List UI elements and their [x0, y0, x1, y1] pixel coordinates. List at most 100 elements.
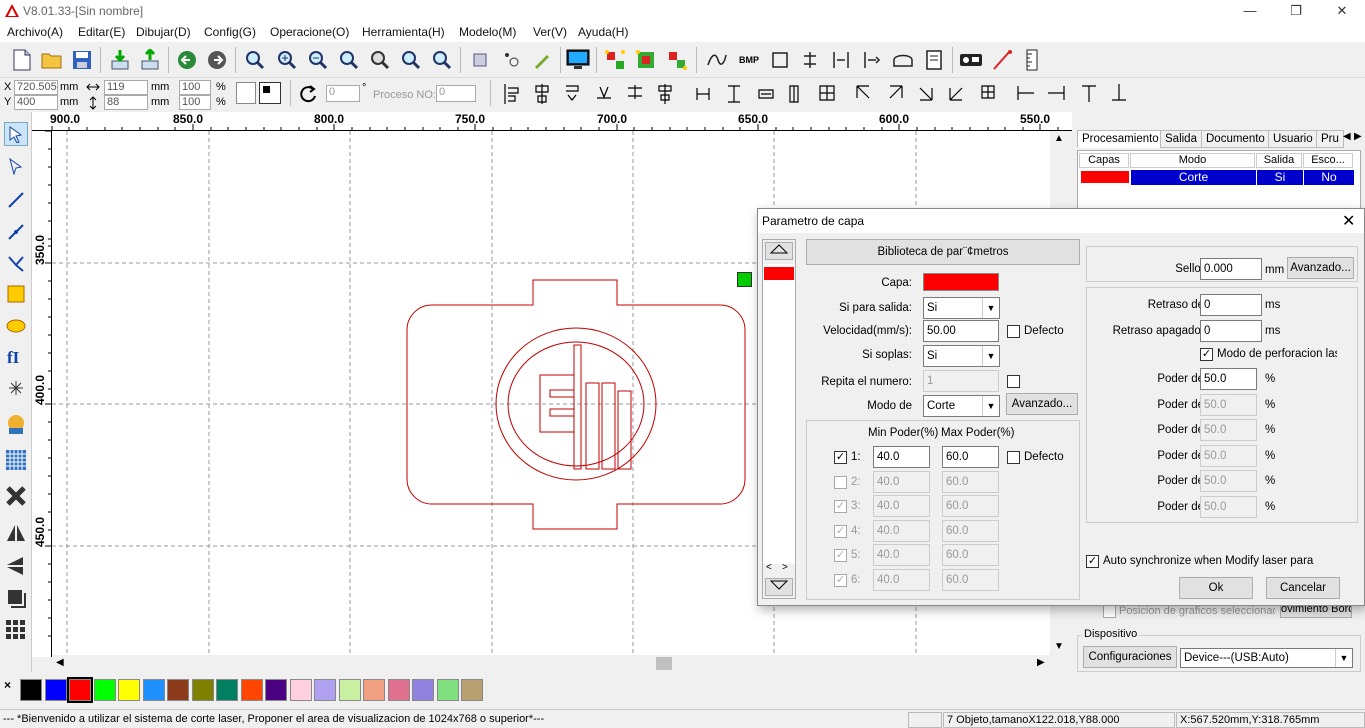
color-swatch[interactable] — [387, 679, 410, 701]
menu-herramienta[interactable]: Herramienta(H) — [362, 25, 445, 39]
menu-editar[interactable]: Editar(E) — [78, 25, 125, 39]
max-power-input[interactable]: 60.0 — [942, 495, 999, 517]
align-icon[interactable] — [798, 48, 822, 72]
capa-color-swatch[interactable] — [923, 273, 999, 291]
pen-icon[interactable] — [530, 48, 554, 72]
speed-default-checkbox[interactable] — [1007, 325, 1020, 338]
min-power-input[interactable]: 40.0 — [873, 544, 930, 566]
point-tool-icon[interactable] — [4, 376, 28, 400]
curve-icon[interactable] — [705, 48, 729, 72]
max-power-input[interactable]: 60.0 — [942, 544, 999, 566]
zoom-out-icon[interactable] — [306, 48, 330, 72]
tab-scroll-left-icon[interactable]: ◀ — [1343, 131, 1351, 142]
seal-advanced-button[interactable]: Avanzado... — [1287, 257, 1354, 279]
layer-list-right-icon[interactable]: > — [782, 562, 788, 573]
tab-salida[interactable]: Salida — [1160, 130, 1202, 148]
menu-ayuda[interactable]: Ayuda(H) — [578, 25, 628, 39]
color-swatch[interactable] — [67, 677, 93, 703]
color-swatch[interactable] — [412, 679, 434, 701]
auto-sync-checkbox[interactable]: ✓ — [1086, 555, 1099, 568]
poder-input[interactable]: 50.0 — [1200, 419, 1257, 441]
scroll-right-arrow-icon[interactable]: ▶ — [1037, 657, 1045, 668]
menu-dibujar[interactable]: Dibujar(D) — [136, 25, 191, 39]
document-icon[interactable] — [922, 48, 946, 72]
array-icon-3[interactable] — [665, 48, 689, 72]
power-row-checkbox[interactable]: ✓ — [834, 500, 847, 513]
layer-up-button[interactable] — [765, 242, 793, 260]
device-icon[interactable] — [959, 48, 983, 72]
power-row-checkbox[interactable]: ✓ — [834, 549, 847, 562]
polyline-icon[interactable] — [4, 220, 28, 244]
menu-modelo[interactable]: Modelo(M) — [459, 25, 516, 39]
laser-icon[interactable] — [891, 48, 915, 72]
zoom-page-icon[interactable] — [337, 48, 361, 72]
poder-input[interactable]: 50.0 — [1200, 368, 1257, 390]
minimize-button[interactable]: — — [1227, 0, 1273, 22]
menu-config[interactable]: Config(G) — [204, 25, 256, 39]
array-icon-1[interactable] — [603, 48, 627, 72]
min-power-input[interactable]: 40.0 — [873, 495, 930, 517]
power-row-checkbox[interactable] — [834, 475, 847, 489]
bmp-icon[interactable]: BMP — [737, 48, 761, 72]
curve-tool-icon[interactable] — [4, 252, 28, 276]
min-power-input[interactable]: 40.0 — [873, 568, 930, 591]
palette-close-icon[interactable]: × — [4, 678, 11, 692]
grid-tool-icon[interactable] — [4, 448, 28, 472]
text-tool-icon[interactable]: fI — [4, 344, 28, 368]
color-swatch[interactable] — [436, 679, 459, 701]
monitor-icon[interactable] — [566, 48, 590, 72]
poder-input[interactable]: 50.0 — [1200, 495, 1257, 518]
redo-icon[interactable] — [205, 48, 229, 72]
array-icon-2[interactable] — [634, 48, 658, 72]
zoom-window-icon[interactable] — [243, 48, 267, 72]
scroll-down-arrow-icon[interactable]: ▼ — [1054, 641, 1064, 652]
max-power-input[interactable]: 60.0 — [942, 446, 999, 468]
line-icon[interactable] — [4, 188, 28, 212]
device-select[interactable]: Device---(USB:Auto) ▼ — [1180, 648, 1353, 668]
scroll-left-arrow-icon[interactable]: ◀ — [56, 657, 64, 668]
max-power-input[interactable]: 60.0 — [942, 470, 999, 493]
export-icon[interactable] — [138, 48, 162, 72]
perforation-checkbox[interactable]: ✓ — [1200, 348, 1213, 361]
ellipse-tool-icon[interactable] — [4, 314, 28, 338]
tab-usuario[interactable]: Usuario — [1268, 130, 1318, 148]
save-icon[interactable] — [70, 48, 94, 72]
tab-pru[interactable]: Pru — [1316, 130, 1344, 148]
layer-list-left-icon[interactable]: < — [766, 562, 772, 573]
power-row-checkbox[interactable]: ✓ — [834, 573, 847, 587]
power-default-checkbox[interactable] — [1007, 451, 1020, 464]
power-row-checkbox[interactable]: ✓ — [834, 451, 847, 464]
delay-off-input[interactable]: 0 — [1200, 320, 1262, 342]
mode-advanced-button[interactable]: Avanzado... — [1006, 393, 1078, 415]
delay-on-input[interactable]: 0 — [1200, 294, 1262, 316]
color-swatch[interactable] — [216, 679, 238, 701]
rectangle-icon[interactable] — [768, 48, 792, 72]
menu-archivo[interactable]: Archivo(A) — [7, 25, 63, 39]
scroll-up-arrow-icon[interactable]: ▲ — [1054, 133, 1064, 144]
scroll-thumb[interactable] — [656, 657, 672, 670]
repeat-checkbox[interactable] — [1007, 375, 1020, 388]
to-back-icon[interactable] — [4, 586, 28, 610]
configuraciones-button[interactable]: Configuraciones — [1083, 646, 1177, 668]
zoom-select-icon[interactable] — [399, 48, 423, 72]
zoom-view-icon[interactable] — [430, 48, 454, 72]
color-swatch[interactable] — [118, 679, 140, 701]
min-power-input[interactable]: 40.0 — [873, 519, 930, 542]
new-file-icon[interactable] — [10, 48, 34, 72]
undo-icon[interactable] — [175, 48, 199, 72]
node-edit-icon[interactable] — [4, 154, 28, 178]
color-swatch[interactable] — [44, 679, 67, 701]
color-swatch[interactable] — [289, 679, 312, 701]
bitmap-tool-icon[interactable] — [4, 412, 28, 436]
tab-documento[interactable]: Documento — [1201, 130, 1270, 148]
color-swatch[interactable] — [191, 679, 214, 701]
layer-row[interactable]: Corte Si No — [1079, 170, 1354, 185]
poder-input[interactable]: 50.0 — [1200, 470, 1257, 492]
poder-input[interactable]: 50.0 — [1200, 393, 1257, 416]
menu-ver[interactable]: Ver(V) — [533, 25, 567, 39]
min-power-input[interactable]: 40.0 — [873, 446, 930, 468]
tab-scroll-right-icon[interactable]: ▶ — [1354, 131, 1362, 142]
ok-button[interactable]: Ok — [1179, 577, 1253, 599]
mode-select[interactable]: Corte ▼ — [923, 395, 1000, 417]
dialog-close-icon[interactable]: ✕ — [1342, 211, 1355, 231]
